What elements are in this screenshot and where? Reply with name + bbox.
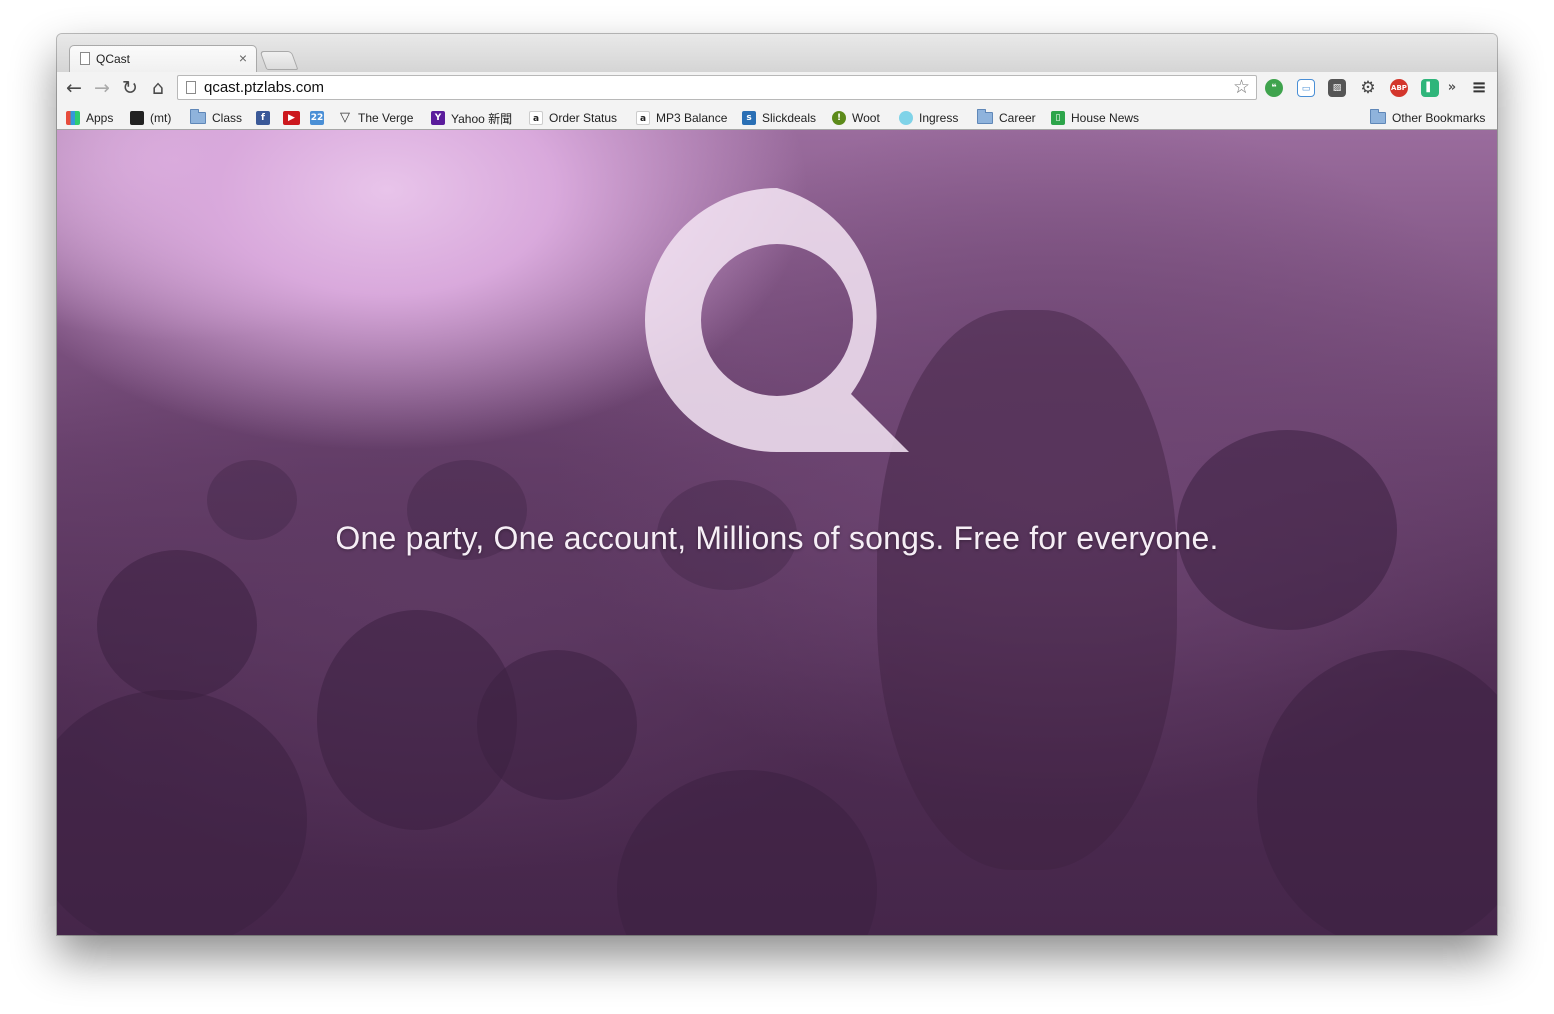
bookmark-house-news[interactable]: ▯ House News <box>1051 110 1139 126</box>
verge-icon: ▽ <box>340 110 350 125</box>
bookmark-folder-career[interactable]: Career <box>977 109 1036 126</box>
page-icon <box>80 52 90 65</box>
menu-icon[interactable]: ≡ <box>1470 79 1488 97</box>
slickdeals-icon: s <box>742 111 756 125</box>
woot-icon: ! <box>832 111 846 125</box>
bookmark-apps[interactable]: Apps <box>66 110 113 126</box>
tagline: One party, One account, Millions of song… <box>335 520 1219 556</box>
tab-qcast[interactable]: QCast × <box>69 45 257 72</box>
url-text[interactable]: qcast.ptzlabs.com <box>204 79 324 96</box>
new-tab-button[interactable] <box>259 51 299 70</box>
hangouts-icon[interactable]: ❝ <box>1265 79 1283 97</box>
house-news-icon: ▯ <box>1051 111 1065 125</box>
bookmark-label: Slickdeals <box>762 111 817 125</box>
bookmark-folder-class[interactable]: Class <box>190 109 243 126</box>
bookmark-label: Other Bookmarks <box>1392 111 1486 125</box>
bookmark-youtube[interactable]: ▶ <box>283 110 300 126</box>
bookmark-label: Career <box>999 111 1036 125</box>
amazon-icon: a <box>636 111 650 125</box>
folder-icon <box>1370 109 1386 124</box>
tab-close-icon[interactable]: × <box>239 50 247 66</box>
bookmark-label: Class <box>212 111 243 125</box>
bookmark-slickdeals[interactable]: s Slickdeals <box>742 110 816 126</box>
bookmark-label: Woot <box>852 111 880 125</box>
bookmark-label: MP3 Balance <box>656 111 728 125</box>
bookmark-mt[interactable]: (mt) <box>130 110 171 126</box>
settings-gear-icon[interactable]: ⚙ <box>1359 79 1377 97</box>
bookmark-label: The Verge <box>358 111 414 125</box>
qcast-q-logo <box>645 188 909 452</box>
bookmark-facebook[interactable]: f <box>256 110 270 126</box>
bookmark-order-status[interactable]: a Order Status <box>529 110 617 126</box>
ingress-icon <box>899 111 913 125</box>
bookmarks-bar: Apps (mt) Class f ▶ 22 ▽ The Verge Y Yah… <box>57 105 1497 130</box>
browser-window: QCast × ← → ↻ ⌂ qcast.ptzlabs.com ☆ ❝ ▭ … <box>57 34 1497 935</box>
bookmark-label: House News <box>1071 111 1140 125</box>
bookmark-label: Apps <box>86 111 114 125</box>
youtube-icon: ▶ <box>283 111 300 125</box>
bookmark-star-icon[interactable]: ☆ <box>1233 76 1250 98</box>
bookmark-label: Order Status <box>549 111 618 125</box>
back-button[interactable]: ← <box>62 76 86 100</box>
folder-icon <box>190 109 206 124</box>
bookmark-mp3-balance[interactable]: a MP3 Balance <box>636 110 727 126</box>
forward-button[interactable]: → <box>90 76 114 100</box>
bookmark-label: (mt) <box>150 111 172 125</box>
folder-icon <box>977 109 993 124</box>
bookmark-yahoo[interactable]: Y Yahoo 新聞 <box>431 110 512 126</box>
tab-title: QCast <box>96 52 131 66</box>
bookmark-folder-other[interactable]: Other Bookmarks <box>1370 109 1486 126</box>
calendar-icon: 22 <box>310 111 324 125</box>
bookmark-label: Yahoo 新聞 <box>451 111 513 126</box>
facebook-icon: f <box>256 111 270 125</box>
adblock-icon[interactable]: ABP <box>1390 79 1408 97</box>
overflow-chevron-icon[interactable]: » <box>1447 79 1457 97</box>
readability-icon[interactable]: ▨ <box>1328 79 1346 97</box>
mt-icon <box>130 111 144 125</box>
bookmark-calendar[interactable]: 22 <box>310 110 324 126</box>
apps-grid-icon <box>66 111 80 125</box>
tab-strip: QCast × <box>57 34 1497 72</box>
bookmark-ingress[interactable]: Ingress <box>899 110 958 126</box>
bookmark-woot[interactable]: ! Woot <box>832 110 880 126</box>
cast-icon[interactable]: ▭ <box>1297 79 1315 97</box>
page-icon <box>186 81 196 94</box>
bookmark-label: Ingress <box>919 111 959 125</box>
pushbullet-icon[interactable]: ▌ <box>1421 79 1439 97</box>
page-content: One party, One account, Millions of song… <box>57 130 1497 935</box>
amazon-icon: a <box>529 111 543 125</box>
address-bar[interactable]: qcast.ptzlabs.com ☆ <box>177 75 1257 100</box>
yahoo-icon: Y <box>431 111 445 125</box>
reload-button[interactable]: ↻ <box>118 76 142 100</box>
home-button[interactable]: ⌂ <box>146 76 170 100</box>
bookmark-the-verge[interactable]: ▽ The Verge <box>338 110 413 126</box>
toolbar: ← → ↻ ⌂ qcast.ptzlabs.com ☆ ❝ ▭ ▨ ⚙ ABP … <box>57 72 1497 105</box>
